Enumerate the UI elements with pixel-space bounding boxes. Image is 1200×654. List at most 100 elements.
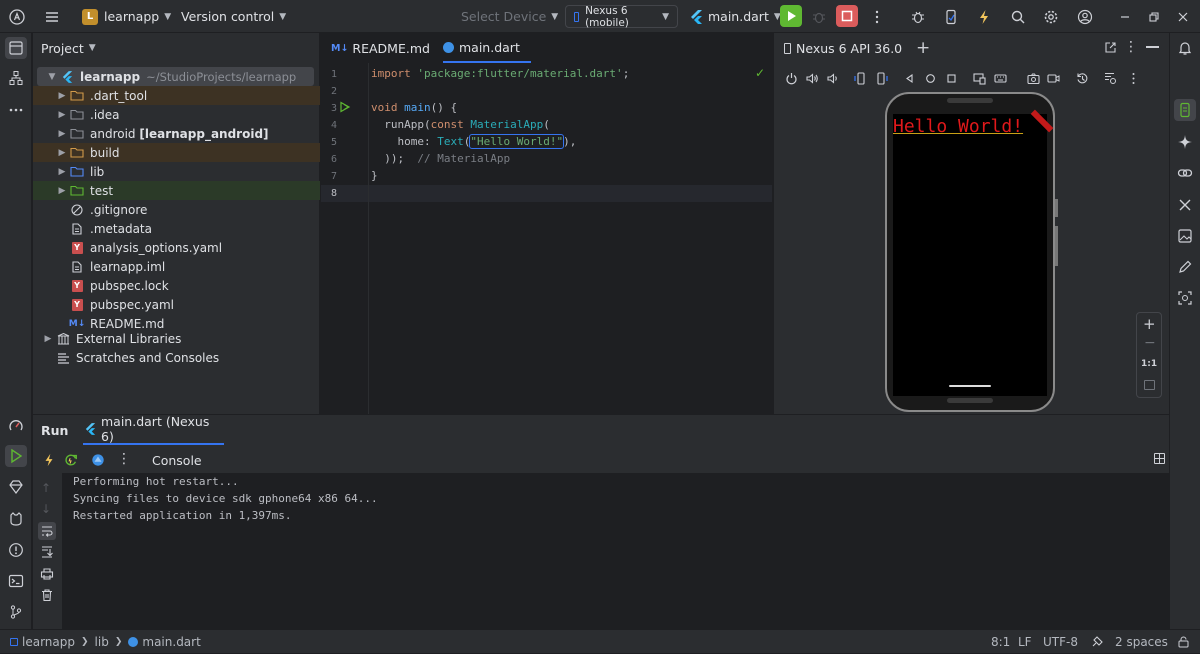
- more-tools-icon[interactable]: [5, 99, 27, 121]
- breadcrumb-file[interactable]: main.dart: [142, 635, 200, 649]
- tree-item[interactable]: Ypubspec.lock: [33, 276, 320, 295]
- tree-root-learnapp[interactable]: ▼ learnapp ~/StudioProjects/learnapp: [37, 67, 314, 86]
- notifications-icon[interactable]: [1174, 37, 1196, 59]
- snapshot-icon[interactable]: [1074, 70, 1090, 86]
- chevron-right-icon[interactable]: ▶: [55, 186, 69, 196]
- chevron-right-icon[interactable]: ▶: [55, 129, 69, 139]
- debug-attach-icon[interactable]: [907, 0, 929, 33]
- screenshot-camera-icon[interactable]: [1025, 70, 1041, 86]
- chevron-right-icon[interactable]: ▶: [41, 334, 55, 344]
- pencil-icon[interactable]: [1174, 256, 1196, 278]
- more-actions-icon[interactable]: [866, 0, 888, 33]
- link-icon[interactable]: [1174, 162, 1196, 184]
- indent-setting[interactable]: 2 spaces: [1115, 630, 1168, 654]
- project-view-selector[interactable]: Project ▼: [41, 33, 96, 63]
- version-control-menu[interactable]: Version control ▼: [181, 0, 286, 33]
- settings-gear-icon[interactable]: [1040, 0, 1062, 33]
- add-device-icon[interactable]: +: [916, 38, 930, 58]
- code-line-5[interactable]: home: Text("Hello World!"),: [371, 134, 576, 149]
- tree-item[interactable]: ▶ android [learnapp_android]: [33, 124, 320, 143]
- print-icon[interactable]: [40, 567, 54, 584]
- more-options-icon[interactable]: ⋮: [1124, 39, 1138, 55]
- zoom-in-icon[interactable]: +: [1143, 315, 1156, 333]
- tree-item[interactable]: .metadata: [33, 219, 320, 238]
- chevron-right-icon[interactable]: ▶: [55, 91, 69, 101]
- gem-icon[interactable]: [5, 476, 27, 498]
- minimize-window-icon[interactable]: [1114, 0, 1136, 33]
- soft-wrap-icon[interactable]: [38, 522, 56, 540]
- file-encoding[interactable]: UTF-8: [1043, 630, 1078, 654]
- code-line-1[interactable]: import 'package:flutter/material.dart';: [371, 67, 629, 80]
- image-asset-icon[interactable]: [1174, 225, 1196, 247]
- restore-window-icon[interactable]: [1143, 0, 1165, 33]
- tree-item[interactable]: ▶ lib: [33, 162, 320, 181]
- console-tab[interactable]: Console: [152, 453, 202, 468]
- chevron-right-icon[interactable]: ▶: [55, 148, 69, 158]
- scroll-up-icon[interactable]: ↑: [41, 481, 51, 495]
- no-problems-check-icon[interactable]: ✓: [755, 66, 765, 80]
- tools-icon[interactable]: [1174, 194, 1196, 216]
- rotate-right-icon[interactable]: [873, 70, 889, 86]
- tree-item[interactable]: Ypubspec.yaml: [33, 295, 320, 314]
- flutter-performance-icon[interactable]: [5, 415, 27, 437]
- git-icon[interactable]: [5, 601, 27, 623]
- account-icon[interactable]: [1074, 0, 1096, 33]
- chevron-down-icon[interactable]: ▼: [45, 72, 59, 82]
- structure-icon[interactable]: [5, 67, 27, 89]
- power-icon[interactable]: [783, 70, 799, 86]
- volume-up-icon[interactable]: [804, 70, 820, 86]
- rotate-left-icon[interactable]: [852, 70, 868, 86]
- code-line-4[interactable]: runApp(const MaterialApp(: [371, 118, 550, 131]
- chevron-right-icon[interactable]: ▶: [55, 110, 69, 120]
- phone-power-button[interactable]: [1055, 199, 1058, 217]
- select-device-dropdown[interactable]: Select Device ▼: [461, 0, 558, 33]
- app-logo-icon[interactable]: [6, 0, 28, 33]
- close-window-icon[interactable]: [1172, 0, 1194, 33]
- zoom-actual-size[interactable]: 1:1: [1141, 359, 1157, 369]
- run-button[interactable]: [780, 5, 802, 27]
- console-output[interactable]: Performing hot restart... Syncing files …: [62, 473, 1169, 629]
- more-run-options-icon[interactable]: ⋮: [117, 451, 131, 467]
- tree-item[interactable]: learnapp.iml: [33, 257, 320, 276]
- keyboard-icon[interactable]: [992, 70, 1008, 86]
- search-icon[interactable]: [1007, 0, 1029, 33]
- run-tab-main-dart[interactable]: main.dart (Nexus 6): [83, 414, 224, 445]
- debug-icon[interactable]: [808, 0, 830, 33]
- layout-toggle-icon[interactable]: [1154, 453, 1165, 464]
- device-selector[interactable]: Nexus 6 (mobile) ▼: [565, 5, 678, 29]
- terminal-icon[interactable]: [5, 570, 27, 592]
- back-icon[interactable]: [901, 70, 917, 86]
- tree-item[interactable]: ▶ .idea: [33, 105, 320, 124]
- breadcrumb-lib[interactable]: lib: [95, 635, 109, 649]
- screen-record-icon[interactable]: [1045, 70, 1061, 86]
- tree-item[interactable]: ▶ build: [33, 143, 320, 162]
- code-line-6[interactable]: )); // MaterialApp: [371, 152, 510, 165]
- run-config-selector[interactable]: main.dart ▼: [690, 0, 781, 33]
- running-devices-icon[interactable]: [1174, 99, 1196, 121]
- project-folder-icon[interactable]: [5, 37, 27, 59]
- scroll-to-end-icon[interactable]: [40, 545, 54, 562]
- line-separator[interactable]: LF: [1018, 630, 1032, 654]
- problems-icon[interactable]: [5, 539, 27, 561]
- tab-nexus-6-emulator[interactable]: Nexus 6 API 36.0: [784, 33, 902, 63]
- devtools-icon[interactable]: [91, 453, 105, 470]
- layout-inspector-icon[interactable]: [1174, 287, 1196, 309]
- open-external-icon[interactable]: [1104, 41, 1117, 57]
- scratches-and-consoles[interactable]: Scratches and Consoles: [33, 348, 320, 367]
- emulator-screen[interactable]: Hello World!: [893, 109, 1054, 396]
- logcat-icon[interactable]: [5, 508, 27, 530]
- code-line-3[interactable]: void main() {: [371, 101, 457, 114]
- more-emulator-options-icon[interactable]: [1125, 70, 1141, 86]
- project-switcher[interactable]: L learnapp ▼: [82, 0, 171, 33]
- extended-controls-icon[interactable]: [1102, 70, 1118, 86]
- caret-position[interactable]: 8:1: [991, 630, 1010, 654]
- fit-screen-icon[interactable]: [1144, 380, 1155, 390]
- stop-button[interactable]: [836, 5, 858, 27]
- device-manager-icon[interactable]: [940, 0, 962, 33]
- hot-reload-icon[interactable]: [42, 453, 56, 470]
- tab-main-dart[interactable]: main.dart: [443, 33, 531, 63]
- run-tool-icon[interactable]: [5, 445, 27, 467]
- overview-icon[interactable]: [943, 70, 959, 86]
- zoom-out-icon[interactable]: −: [1144, 335, 1156, 351]
- hide-panel-icon[interactable]: [1146, 46, 1159, 48]
